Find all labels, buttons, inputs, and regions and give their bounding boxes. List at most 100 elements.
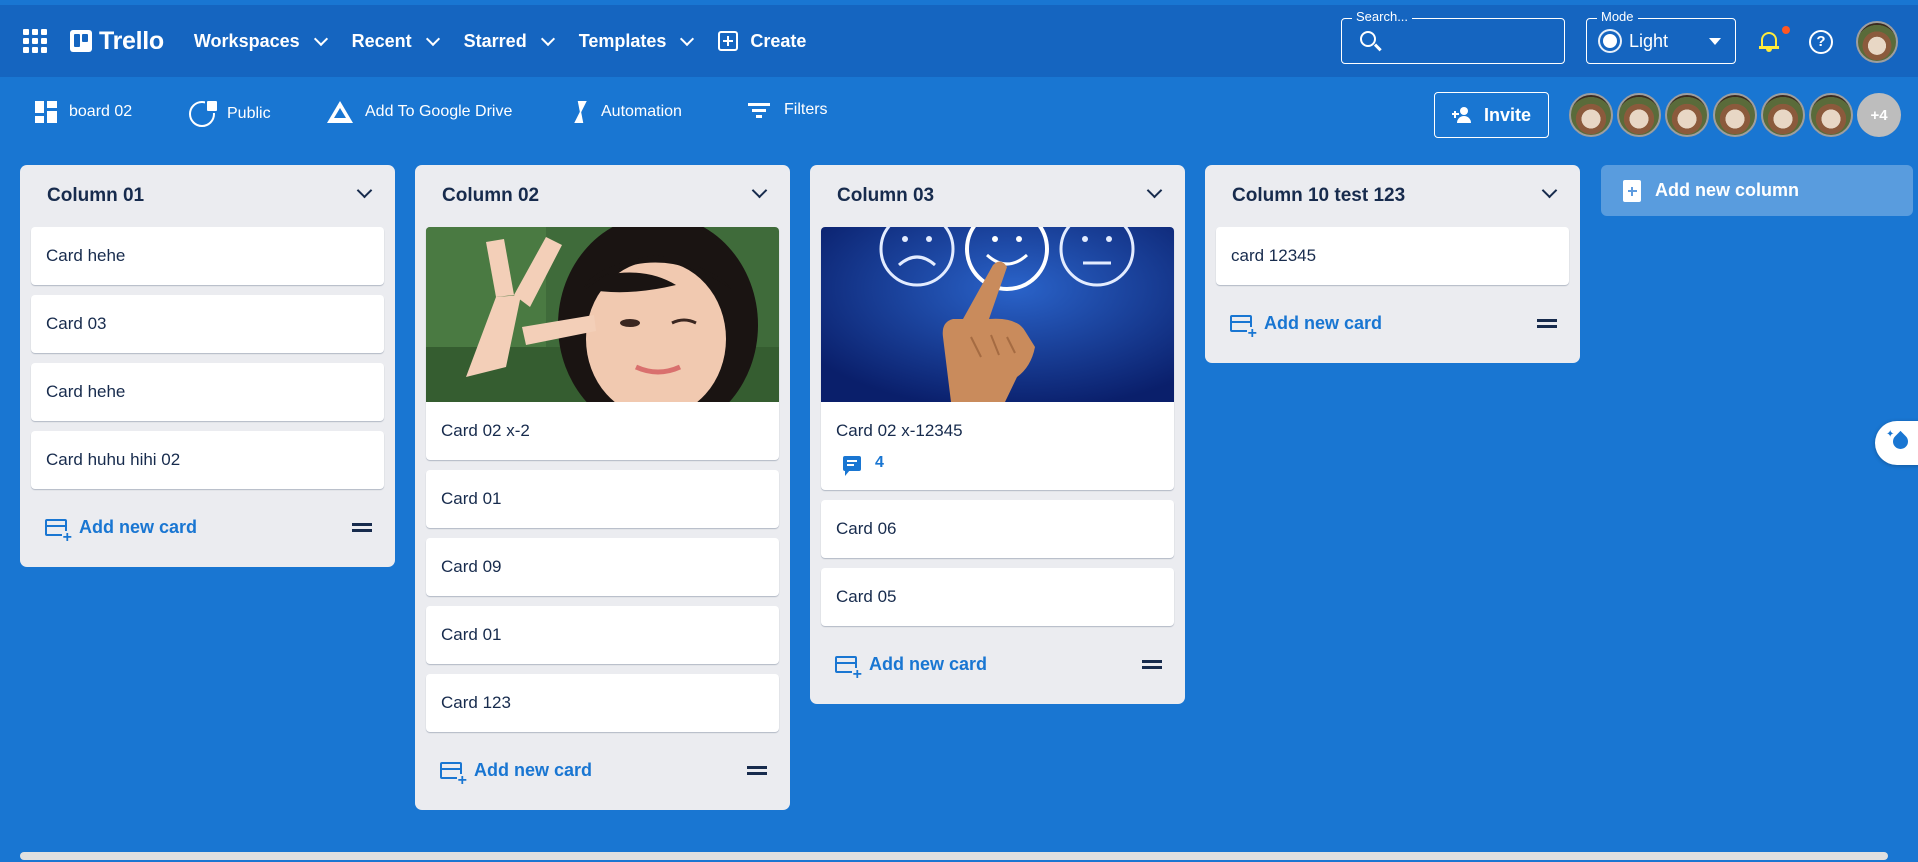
search-field[interactable]: Search... bbox=[1341, 9, 1565, 64]
drag-handle-icon[interactable] bbox=[747, 765, 767, 775]
chevron-down-icon[interactable] bbox=[1541, 182, 1558, 198]
drag-handle-icon[interactable] bbox=[1537, 318, 1557, 328]
chevron-down-icon bbox=[425, 31, 440, 46]
help-icon[interactable]: ? bbox=[1809, 30, 1833, 54]
add-card-icon bbox=[45, 518, 73, 545]
apps-grid-icon[interactable] bbox=[22, 28, 48, 54]
caret-down-icon bbox=[1709, 38, 1721, 45]
card[interactable]: Card hehe bbox=[31, 227, 384, 285]
chevron-down-icon[interactable] bbox=[356, 182, 373, 198]
card[interactable]: Card 09 bbox=[426, 538, 779, 596]
card-cover-image bbox=[821, 227, 1174, 402]
column: Column 01 Card hehe Card 03 Card hehe Ca… bbox=[20, 165, 395, 567]
filters-chip[interactable]: Filters bbox=[748, 101, 828, 119]
app-name: Trello bbox=[99, 26, 164, 55]
board-bar: board 02 Public Add To Google Drive Auto… bbox=[0, 81, 1918, 147]
invite-label: Invite bbox=[1483, 104, 1531, 125]
board-title: board 02 bbox=[69, 103, 133, 120]
column-header: Column 10 test 123 bbox=[1216, 165, 1569, 227]
bolt-icon bbox=[573, 101, 587, 123]
add-column-button[interactable]: Add new column bbox=[1601, 165, 1913, 216]
user-avatar[interactable] bbox=[1856, 21, 1898, 63]
add-card-icon bbox=[440, 761, 468, 788]
nav-starred[interactable]: Starred bbox=[463, 30, 555, 52]
column-footer: Add new card bbox=[31, 499, 384, 555]
trello-logo[interactable]: Trello bbox=[70, 27, 164, 56]
side-assistant-button[interactable]: ✦ bbox=[1875, 421, 1918, 465]
visibility-chip[interactable]: Public bbox=[189, 99, 271, 127]
card[interactable]: Card 01 bbox=[426, 606, 779, 664]
chevron-down-icon bbox=[540, 31, 555, 46]
drag-handle-icon[interactable] bbox=[352, 522, 372, 532]
invite-button[interactable]: Invite bbox=[1434, 92, 1549, 138]
board-title-chip[interactable]: board 02 bbox=[35, 101, 132, 123]
card[interactable]: Card 02 x-2 bbox=[426, 227, 779, 460]
column-footer: Add new card bbox=[426, 742, 779, 798]
member-avatar[interactable] bbox=[1809, 93, 1853, 137]
column-title[interactable]: Column 01 bbox=[47, 185, 144, 207]
add-card-label: Add new card bbox=[869, 653, 988, 674]
drag-handle-icon[interactable] bbox=[1142, 659, 1162, 669]
card-title: Card 06 bbox=[836, 519, 897, 538]
column-header: Column 01 bbox=[31, 165, 384, 227]
column-title[interactable]: Column 03 bbox=[837, 185, 934, 207]
add-card-button[interactable]: Add new card bbox=[440, 760, 592, 788]
google-drive-label: Add To Google Drive bbox=[365, 103, 513, 120]
card-title: card 12345 bbox=[1231, 246, 1317, 265]
search-icon bbox=[1360, 31, 1376, 47]
card[interactable]: Card 01 bbox=[426, 470, 779, 528]
card[interactable]: Card hehe bbox=[31, 363, 384, 421]
sun-icon bbox=[1603, 34, 1617, 48]
chevron-down-icon bbox=[313, 31, 328, 46]
nav-recent[interactable]: Recent bbox=[352, 31, 440, 52]
card[interactable]: Card 03 bbox=[31, 295, 384, 353]
column: Column 03 Card 02 x-12345 4 Card 06 Card… bbox=[810, 165, 1185, 704]
create-button[interactable]: Create bbox=[718, 31, 806, 52]
card-title: Card 01 bbox=[441, 625, 502, 644]
member-avatar[interactable] bbox=[1713, 93, 1757, 137]
notifications-bell-icon[interactable] bbox=[1759, 26, 1790, 52]
card[interactable]: Card 06 bbox=[821, 500, 1174, 558]
member-avatar[interactable] bbox=[1665, 93, 1709, 137]
chevron-down-icon[interactable] bbox=[1146, 182, 1163, 198]
note-add-icon bbox=[1623, 179, 1641, 202]
member-avatar[interactable] bbox=[1617, 93, 1661, 137]
notification-dot bbox=[1782, 26, 1790, 34]
google-drive-chip[interactable]: Add To Google Drive bbox=[327, 101, 512, 123]
more-members-badge[interactable]: +4 bbox=[1857, 93, 1901, 137]
filter-icon bbox=[748, 102, 770, 118]
nav-starred-label: Starred bbox=[463, 30, 527, 51]
column-title[interactable]: Column 02 bbox=[442, 185, 539, 207]
card-title: Card 09 bbox=[441, 557, 502, 576]
add-card-button[interactable]: Add new card bbox=[835, 653, 988, 682]
card[interactable]: Card 02 x-12345 4 bbox=[821, 227, 1174, 490]
top-nav: Workspaces Recent Starred Templates Crea… bbox=[193, 30, 806, 52]
column: Column 02 Card 02 x-2 Card 01 Card 09 Ca… bbox=[415, 165, 790, 810]
automation-chip[interactable]: Automation bbox=[573, 101, 682, 123]
nav-templates[interactable]: Templates bbox=[578, 30, 695, 52]
card-title: Card hehe bbox=[46, 246, 126, 265]
card-cover-image bbox=[426, 227, 779, 402]
add-card-icon bbox=[1230, 314, 1258, 341]
card[interactable]: Card huhu hihi 02 bbox=[31, 431, 384, 489]
portrait-photo bbox=[426, 227, 779, 402]
card[interactable]: card 12345 bbox=[1216, 227, 1569, 285]
column-footer: Add new card bbox=[821, 636, 1174, 692]
card[interactable]: Card 123 bbox=[426, 674, 779, 732]
column-title[interactable]: Column 10 test 123 bbox=[1232, 185, 1405, 207]
card[interactable]: Card 05 bbox=[821, 568, 1174, 626]
comment-icon bbox=[843, 455, 861, 476]
column-header: Column 03 bbox=[821, 165, 1174, 227]
horizontal-scrollbar[interactable] bbox=[20, 852, 1888, 860]
mode-select[interactable]: Mode Light bbox=[1586, 9, 1736, 64]
add-card-button[interactable]: Add new card bbox=[1230, 313, 1382, 341]
nav-workspaces[interactable]: Workspaces bbox=[193, 30, 328, 52]
chevron-down-icon[interactable] bbox=[751, 182, 768, 198]
add-card-button[interactable]: Add new card bbox=[45, 517, 197, 545]
member-avatar[interactable] bbox=[1569, 93, 1613, 137]
automation-label: Automation bbox=[601, 103, 682, 120]
member-avatar[interactable] bbox=[1761, 93, 1805, 137]
nav-workspaces-label: Workspaces bbox=[193, 30, 300, 51]
filters-label: Filters bbox=[784, 101, 828, 118]
nav-templates-label: Templates bbox=[578, 30, 667, 51]
